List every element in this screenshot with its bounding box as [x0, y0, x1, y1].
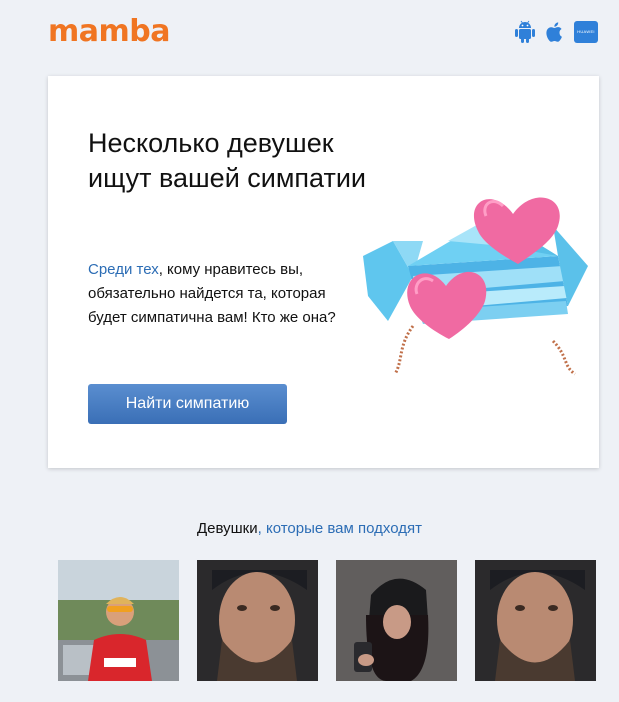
profile-photo-4[interactable]	[475, 560, 596, 681]
suggestions-photos	[58, 560, 596, 681]
promo-text: Среди тех, кому нравитесь вы, обязательн…	[88, 258, 353, 330]
profile-photo-3[interactable]	[336, 560, 457, 681]
promo-card: Несколько девушек ищут вашей симпатии Ср…	[48, 76, 599, 468]
huawei-icon[interactable]: HUAWEI	[574, 21, 598, 43]
promo-title: Несколько девушек ищут вашей симпатии	[88, 128, 367, 193]
android-icon[interactable]	[514, 20, 536, 44]
profile-photo-1[interactable]	[58, 560, 179, 681]
header: mamba HUAWEI	[0, 0, 619, 70]
find-match-button[interactable]: Найти симпатию	[88, 384, 287, 424]
apple-icon[interactable]	[544, 20, 566, 44]
suggestions-title-part1: Девушки	[197, 520, 258, 537]
profile-photo-2[interactable]	[197, 560, 318, 681]
hearts-envelope-illustration	[353, 146, 593, 376]
promo-text-link[interactable]: Среди тех	[88, 261, 159, 278]
suggestions-title: Девушки, которые вам подходят	[0, 520, 619, 537]
suggestions-title-part2: , которые вам подходят	[257, 520, 422, 537]
store-icons: HUAWEI	[514, 20, 598, 44]
mamba-logo[interactable]: mamba	[48, 12, 170, 52]
